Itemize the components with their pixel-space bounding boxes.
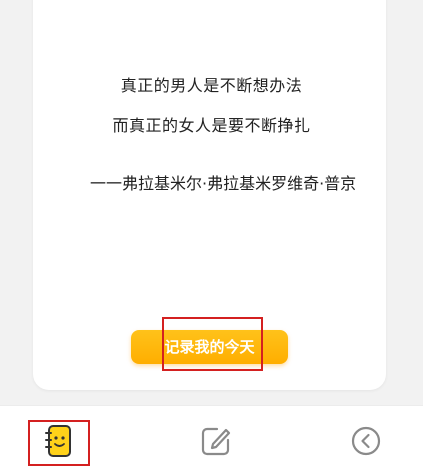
quote-line-1: 真正的男人是不断想办法	[120, 76, 303, 95]
smiley-notebook-icon	[45, 425, 71, 457]
back-circle-icon	[351, 426, 381, 456]
quote-attribution: 一一弗拉基米尔·弗拉基米罗维奇·普京	[90, 174, 357, 193]
edit-icon	[201, 427, 231, 456]
nav-item-back[interactable]	[346, 421, 386, 461]
bottom-nav	[0, 405, 423, 474]
quote-line-2: 而真正的女人是要不断挣扎	[112, 116, 311, 135]
record-today-button[interactable]: 记录我的今天	[131, 330, 288, 364]
nav-item-today[interactable]	[39, 421, 79, 461]
nav-item-write[interactable]	[196, 421, 236, 461]
